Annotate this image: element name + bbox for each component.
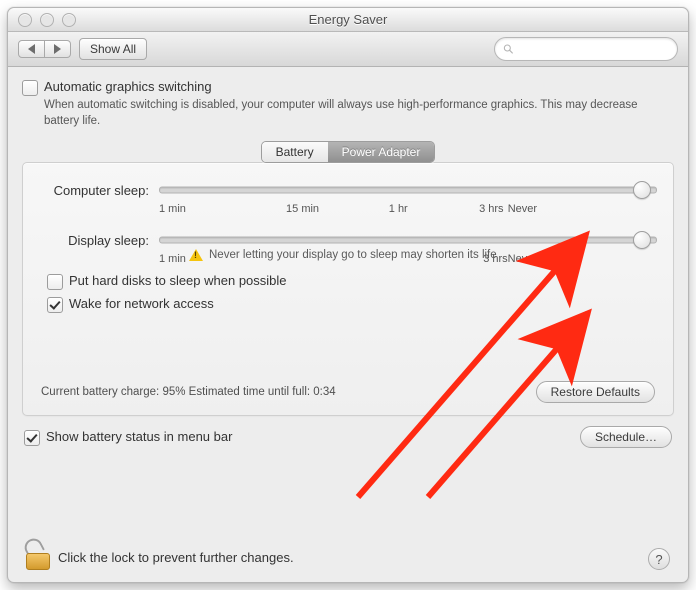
tab-power-adapter[interactable]: Power Adapter — [328, 142, 435, 162]
show-battery-menu-checkbox[interactable] — [24, 430, 40, 446]
show-battery-menu-row: Show battery status in menu bar — [24, 429, 232, 446]
window-controls — [8, 13, 76, 27]
search-field[interactable] — [494, 37, 678, 61]
computer-sleep-row: Computer sleep: — [39, 179, 657, 201]
show-battery-menu-label: Show battery status in menu bar — [46, 429, 232, 444]
tick-label: Never — [504, 203, 538, 215]
auto-graphics-hint: When automatic switching is disabled, yo… — [44, 98, 674, 129]
forward-button[interactable] — [45, 40, 71, 58]
tick-label: Never — [508, 253, 537, 265]
computer-sleep-label: Computer sleep: — [39, 183, 149, 198]
computer-sleep-ticks: 1 min 15 min 1 hr 3 hrs Never — [159, 203, 537, 215]
wake-network-row: Wake for network access — [47, 296, 657, 313]
toolbar: Show All — [8, 32, 688, 67]
bottom-row: Show battery status in menu bar Schedule… — [22, 426, 674, 448]
close-dot[interactable] — [18, 13, 32, 27]
wake-network-checkbox[interactable] — [47, 297, 63, 313]
display-sleep-slider[interactable] — [159, 229, 657, 251]
schedule-button[interactable]: Schedule… — [580, 426, 672, 448]
auto-graphics-label: Automatic graphics switching — [44, 79, 212, 94]
lock-text: Click the lock to prevent further change… — [58, 550, 294, 565]
search-icon — [503, 43, 514, 55]
computer-sleep-thumb[interactable] — [633, 181, 651, 199]
tick-label: 15 min — [255, 203, 351, 215]
tick-label: 1 hr — [350, 203, 446, 215]
chevron-left-icon — [28, 44, 35, 54]
hard-disk-sleep-checkbox[interactable] — [47, 274, 63, 290]
settings-panel: Computer sleep: 1 min 15 min 1 hr 3 hrs … — [22, 162, 674, 416]
tick-label: 1 min — [159, 203, 255, 215]
lock-icon[interactable] — [26, 544, 48, 570]
search-input[interactable] — [518, 41, 669, 57]
options-group: Put hard disks to sleep when possible Wa… — [47, 273, 657, 313]
display-sleep-row: Display sleep: — [39, 229, 657, 251]
computer-sleep-slider[interactable] — [159, 179, 657, 201]
show-all-button[interactable]: Show All — [79, 38, 147, 60]
auto-graphics-checkbox[interactable] — [22, 80, 38, 96]
chevron-right-icon — [54, 44, 61, 54]
lock-row: Click the lock to prevent further change… — [26, 544, 294, 570]
power-source-tabs: Battery Power Adapter — [22, 141, 674, 163]
zoom-dot[interactable] — [62, 13, 76, 27]
minimize-dot[interactable] — [40, 13, 54, 27]
warning-icon — [189, 249, 203, 261]
auto-graphics-row: Automatic graphics switching — [22, 79, 674, 96]
titlebar: Energy Saver — [8, 8, 688, 32]
hard-disk-sleep-label: Put hard disks to sleep when possible — [69, 273, 287, 288]
energy-saver-window: Energy Saver Show All Automatic graphics… — [7, 7, 689, 583]
restore-defaults-button[interactable]: Restore Defaults — [536, 381, 655, 403]
display-sleep-label: Display sleep: — [39, 233, 149, 248]
wake-network-label: Wake for network access — [69, 296, 214, 311]
tick-label: 3 hrs — [446, 203, 503, 215]
back-button[interactable] — [18, 40, 45, 58]
preference-pane: Automatic graphics switching When automa… — [8, 67, 688, 583]
help-button[interactable]: ? — [648, 548, 670, 570]
battery-status-text: Current battery charge: 95% Estimated ti… — [41, 386, 336, 398]
status-row: Current battery charge: 95% Estimated ti… — [39, 381, 657, 403]
hard-disk-sleep-row: Put hard disks to sleep when possible — [47, 273, 657, 290]
nav-back-forward — [18, 40, 71, 58]
display-sleep-thumb[interactable] — [633, 231, 651, 249]
tab-battery[interactable]: Battery — [262, 142, 328, 162]
window-title: Energy Saver — [8, 12, 688, 27]
